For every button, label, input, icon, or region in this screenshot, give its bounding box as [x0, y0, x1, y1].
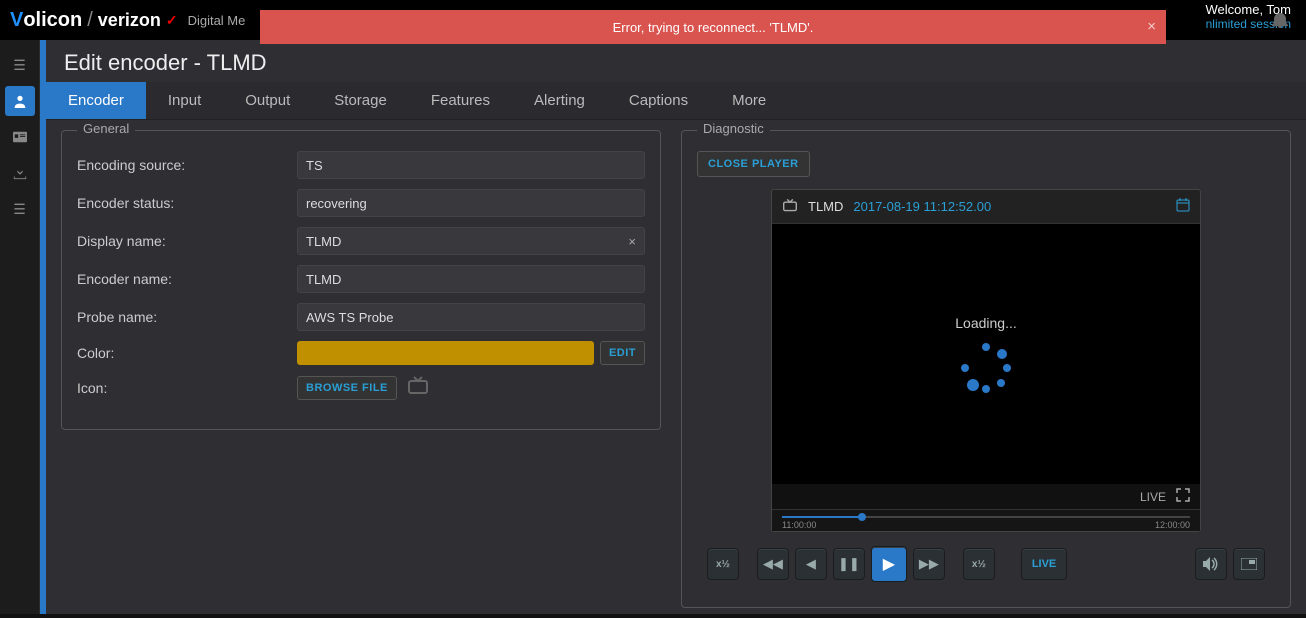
- probe-name-value: AWS TS Probe: [306, 310, 393, 325]
- player-tv-icon: [782, 198, 798, 215]
- calendar-icon[interactable]: [1176, 198, 1190, 215]
- encoder-name-field: TLMD: [297, 265, 645, 293]
- nav-user-icon[interactable]: [5, 86, 35, 116]
- encoder-status-value: recovering: [306, 196, 367, 211]
- skip-forward-button[interactable]: ▶▶: [913, 548, 945, 580]
- live-indicator: LIVE: [1140, 490, 1166, 504]
- clear-icon[interactable]: ×: [628, 234, 636, 249]
- encoder-status-field: recovering: [297, 189, 645, 217]
- probe-name-label: Probe name:: [77, 309, 297, 325]
- left-nav: ☰ ☰: [0, 40, 40, 614]
- tab-input[interactable]: Input: [146, 82, 223, 119]
- error-banner: Error, trying to reconnect... 'TLMD'. ×: [260, 10, 1166, 44]
- probe-name-field: AWS TS Probe: [297, 303, 645, 331]
- diagnostic-panel: Diagnostic CLOSE PLAYER TLMD 2017-08-19 …: [681, 130, 1291, 608]
- tab-encoder[interactable]: Encoder: [46, 82, 146, 119]
- display-name-label: Display name:: [77, 233, 297, 249]
- tabs: Encoder Input Output Storage Features Al…: [46, 82, 1306, 120]
- logo-verizon: verizon: [98, 10, 161, 31]
- tab-alerting[interactable]: Alerting: [512, 82, 607, 119]
- encoder-name-value: TLMD: [306, 272, 341, 287]
- close-player-button[interactable]: CLOSE PLAYER: [697, 151, 810, 177]
- skip-back-button[interactable]: ◀◀: [757, 548, 789, 580]
- icon-label: Icon:: [77, 380, 297, 396]
- nav-menu-icon[interactable]: ☰: [5, 50, 35, 80]
- player-controls: x½ ◀◀ ◀ ❚❚ ▶ ▶▶ x½ LIVE: [697, 532, 1275, 592]
- timeline-knob[interactable]: [858, 513, 866, 521]
- encoding-source-value: TS: [306, 158, 323, 173]
- tab-output[interactable]: Output: [223, 82, 312, 119]
- speed-up-button[interactable]: x½: [963, 548, 995, 580]
- close-icon[interactable]: ×: [1147, 18, 1156, 35]
- fullscreen-icon[interactable]: [1176, 488, 1190, 505]
- general-legend: General: [77, 121, 135, 136]
- step-back-button[interactable]: ◀: [795, 548, 827, 580]
- nav-card-icon[interactable]: [5, 122, 35, 152]
- diagnostic-legend: Diagnostic: [697, 121, 770, 136]
- encoder-status-label: Encoder status:: [77, 195, 297, 211]
- encoder-name-label: Encoder name:: [77, 271, 297, 287]
- logo-text: olicon: [23, 9, 82, 31]
- color-label: Color:: [77, 345, 297, 361]
- error-message: Error, trying to reconnect... 'TLMD'.: [613, 20, 814, 35]
- display-name-input[interactable]: TLMD ×: [297, 227, 645, 255]
- color-swatch: [297, 341, 594, 365]
- nav-download-icon[interactable]: [5, 158, 35, 188]
- tab-more[interactable]: More: [710, 82, 788, 119]
- timeline-start: 11:00:00: [782, 520, 816, 530]
- tab-captions[interactable]: Captions: [607, 82, 710, 119]
- tab-storage[interactable]: Storage: [312, 82, 409, 119]
- player-timestamp[interactable]: 2017-08-19 11:12:52.00: [853, 199, 991, 214]
- encoding-source-label: Encoding source:: [77, 157, 297, 173]
- logo-suffix: Digital Me: [188, 13, 246, 28]
- pause-button[interactable]: ❚❚: [833, 548, 865, 580]
- bell-icon[interactable]: [1272, 12, 1288, 33]
- browse-file-button[interactable]: BROWSE FILE: [297, 376, 397, 400]
- tab-features[interactable]: Features: [409, 82, 512, 119]
- page-title: Edit encoder - TLMD: [46, 40, 1306, 82]
- volume-button[interactable]: [1195, 548, 1227, 580]
- video-player: TLMD 2017-08-19 11:12:52.00 Loading... L…: [771, 189, 1201, 532]
- play-button[interactable]: ▶: [871, 546, 907, 582]
- logo-accent: V: [10, 9, 23, 31]
- video-area[interactable]: Loading...: [772, 224, 1200, 484]
- tv-icon: [407, 375, 429, 401]
- display-name-value: TLMD: [306, 234, 341, 249]
- loading-text: Loading...: [955, 315, 1017, 331]
- speed-down-button[interactable]: x½: [707, 548, 739, 580]
- encoding-source-field[interactable]: TS: [297, 151, 645, 179]
- timeline[interactable]: 11:00:00 12:00:00: [772, 509, 1200, 531]
- live-button[interactable]: LIVE: [1021, 548, 1067, 580]
- edit-color-button[interactable]: EDIT: [600, 341, 645, 365]
- player-channel-name: TLMD: [808, 199, 843, 214]
- spinner-icon: [961, 343, 1011, 393]
- timeline-end: 12:00:00: [1155, 520, 1190, 530]
- general-panel: General Encoding source:TS Encoder statu…: [61, 130, 661, 430]
- nav-list-icon[interactable]: ☰: [5, 194, 35, 224]
- brand-logo: Volicon / verizon✓ Digital Me: [10, 9, 245, 32]
- thumbnail-button[interactable]: [1233, 548, 1265, 580]
